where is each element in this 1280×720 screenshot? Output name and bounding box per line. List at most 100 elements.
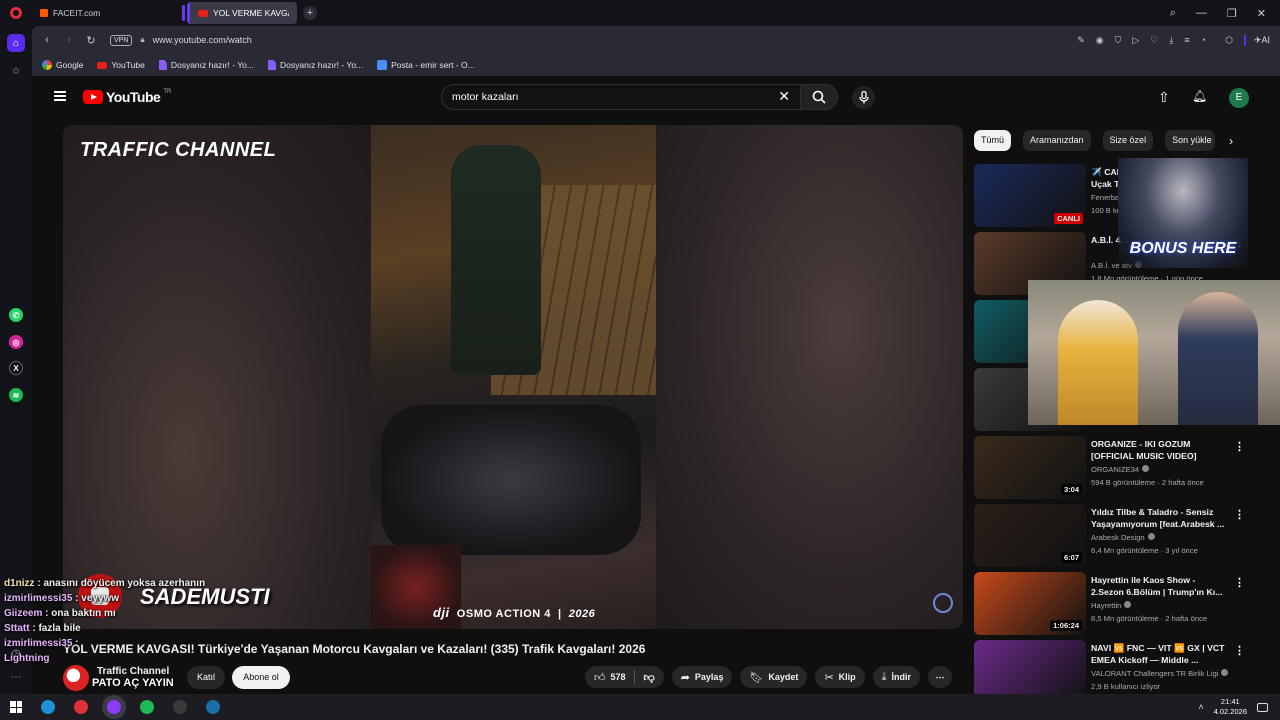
chip-from-search[interactable]: Aramanızdan [1023,130,1091,151]
more-vertical-icon[interactable]: ⋮ [1234,576,1245,589]
bookmark-google[interactable]: Google [42,60,83,70]
bookmark-dosya-1[interactable]: Dosyanız hazır! - Yo... [158,60,254,70]
upload-icon[interactable]: ⇧ [1158,89,1170,106]
account-avatar[interactable]: E [1229,88,1249,108]
opera-icon[interactable] [74,700,88,714]
save-button[interactable]: 🔖︎ Kaydet [740,666,808,688]
share-button[interactable]: ➦ Paylaş [671,666,733,688]
recommendation-item[interactable]: 6:07 Yıldız Tilbe & Taladro - Sensiz Yaşa… [974,504,1280,568]
recommendation-title[interactable]: Yıldız Tilbe & Taladro - Sensiz Yaşayamı… [1091,506,1229,530]
clear-search-icon[interactable]: ✕ [778,88,790,105]
clip-button[interactable]: ✂ Klip [815,666,865,688]
recommendation-title[interactable]: NAVI 🆚 FNC — VIT 🆚 GX | VCT EMEA Kickoff… [1091,642,1229,666]
spotify-icon[interactable] [140,700,154,714]
play-icon[interactable]: ▷ [1132,35,1139,46]
recommendation-item[interactable]: 1:06:24 Hayrettin ile Kaos Show - 2.Sezon… [974,572,1280,636]
more-actions-button[interactable]: ⋯ [928,666,953,688]
back-button[interactable]: ‹ [36,34,58,46]
lock-icon[interactable]: 🔒︎ [140,35,144,45]
opera-gx-icon[interactable] [107,700,121,714]
download-icon[interactable]: ⤓ [1169,35,1173,46]
recommendation-title[interactable]: ORGANIZE - IKI GOZUM [OFFICIAL MUSIC VID… [1091,438,1229,462]
subscribe-button[interactable]: Abone ol [232,666,290,689]
vpn-badge[interactable]: VPN [110,34,133,46]
maximize-button[interactable]: ❐ [1227,7,1237,20]
like-button[interactable]: 👍︎ 578 [594,671,634,684]
opera-logo-icon[interactable] [0,0,32,26]
extensions-icon[interactable]: ⬡ [1225,35,1233,46]
youtube-logo[interactable]: YouTube TR [83,89,171,105]
video-player[interactable]: TRAFFIC CHANNEL dji OSMO ACTION 4 | 2026 [63,125,963,629]
video-thumbnail[interactable]: 3:04 [974,436,1086,499]
channel-avatar[interactable] [63,665,89,691]
account-icon[interactable]: ◔ [1201,35,1206,46]
youtube-wordmark: YouTube [106,89,161,105]
menu-icon[interactable]: ≡ [1184,35,1189,46]
tab-faceit[interactable]: FACEIT.com [32,2,152,24]
chevron-right-icon[interactable]: › [1229,134,1233,148]
new-tab-button[interactable]: + [303,6,317,20]
recommendation-channel[interactable]: Arabesk Design [1091,533,1155,542]
video-thumbnail[interactable]: 1:06:24 [974,572,1086,635]
x-icon[interactable]: X [9,361,23,375]
notifications-bell-icon[interactable]: 🔔︎ [1192,89,1207,103]
google-icon [42,60,52,70]
steam-like-icon[interactable] [173,700,187,714]
windows-taskbar: ˄ 21:41 4.02.2026 [0,694,1280,720]
video-thumbnail[interactable]: CANLI [974,164,1086,227]
close-button[interactable]: ✕ [1257,7,1266,20]
chip-recent[interactable]: Son yükle [1165,130,1216,151]
reload-button[interactable]: ↻ [80,34,102,47]
chat-text: : ona baktın mı [45,608,116,619]
download-button[interactable]: ⤓ İndir [872,666,921,688]
bookmark-dosya-2[interactable]: Dosyanız hazır! - Yo... [267,60,363,70]
home-icon[interactable]: ⌂ [7,34,25,52]
channel-label: Arabesk Design [1091,533,1145,542]
search-button[interactable] [800,84,838,110]
bookmark-posta[interactable]: Posta - emir sert - O... [377,60,475,70]
minimize-button[interactable]: — [1196,7,1207,20]
dislike-button[interactable]: 👎︎ [635,671,664,684]
tab-label: FACEIT.com [53,8,101,18]
recommendation-channel[interactable]: ORGANIZE34 [1091,465,1150,474]
ai-button[interactable]: ✈︎AI [1243,34,1270,46]
join-button[interactable]: Katıl [187,666,225,689]
recommendation-channel[interactable]: Hayrettin [1091,601,1132,610]
video-thumbnail[interactable]: 6:07 [974,504,1086,567]
tab-youtube-video[interactable]: YOL VERME KAVGASI! Tü [187,2,297,24]
voice-search-button[interactable] [852,86,875,109]
recommendation-item[interactable]: 3:04 ORGANIZE - IKI GOZUM [OFFICIAL MUSIC… [974,436,1280,500]
menu-icon[interactable] [54,91,66,101]
star-icon[interactable]: ☆ [7,62,25,80]
chevron-up-icon[interactable]: ˄ [1198,702,1203,712]
more-vertical-icon[interactable]: ⋮ [1234,644,1245,657]
search-input[interactable]: motor kazaları ✕ [441,84,801,110]
clock[interactable]: 21:41 4.02.2026 [1214,697,1247,717]
edit-icon[interactable]: ✎ [1077,35,1085,46]
chip-all[interactable]: Tümü [974,130,1012,151]
forward-button[interactable]: › [58,34,80,46]
heart-icon[interactable]: ♡ [1150,35,1158,46]
instagram-icon[interactable]: ◎ [9,335,23,349]
taskbar-apps [22,700,220,714]
channel-badge-icon[interactable] [933,593,953,613]
whatsapp-icon[interactable]: ✆ [9,308,23,322]
search-tabs-icon[interactable]: ⌕ [1170,7,1176,20]
more-vertical-icon[interactable]: ⋮ [1234,440,1245,453]
notification-icon[interactable] [1257,702,1268,712]
bookmark-youtube[interactable]: YouTube [97,60,145,70]
steam-icon[interactable] [206,700,220,714]
more-vertical-icon[interactable]: ⋮ [1234,508,1245,521]
url-field[interactable]: www.youtube.com/watch [153,35,252,45]
windows-start-icon[interactable] [10,701,22,713]
more-icon[interactable]: ⋯ [7,668,25,686]
recommendation-title[interactable]: Hayrettin ile Kaos Show - 2.Sezon 6.Bölü… [1091,574,1229,598]
shield-icon[interactable]: ⛉ [1115,35,1122,46]
recommendation-channel[interactable]: VALORANT Challengers TR Birlik Ligi [1091,669,1229,678]
spotify-icon[interactable]: ≋ [9,388,23,402]
chip-for-you[interactable]: Size özel [1102,130,1154,151]
channel-name[interactable]: Traffic Channel [97,666,169,677]
address-bar: ‹ › ↻ VPN 🔒︎ www.youtube.com/watch ✎ ◉ ⛉… [32,26,1280,54]
edge-icon[interactable] [41,700,55,714]
camera-icon[interactable]: ◉ [1096,35,1104,46]
